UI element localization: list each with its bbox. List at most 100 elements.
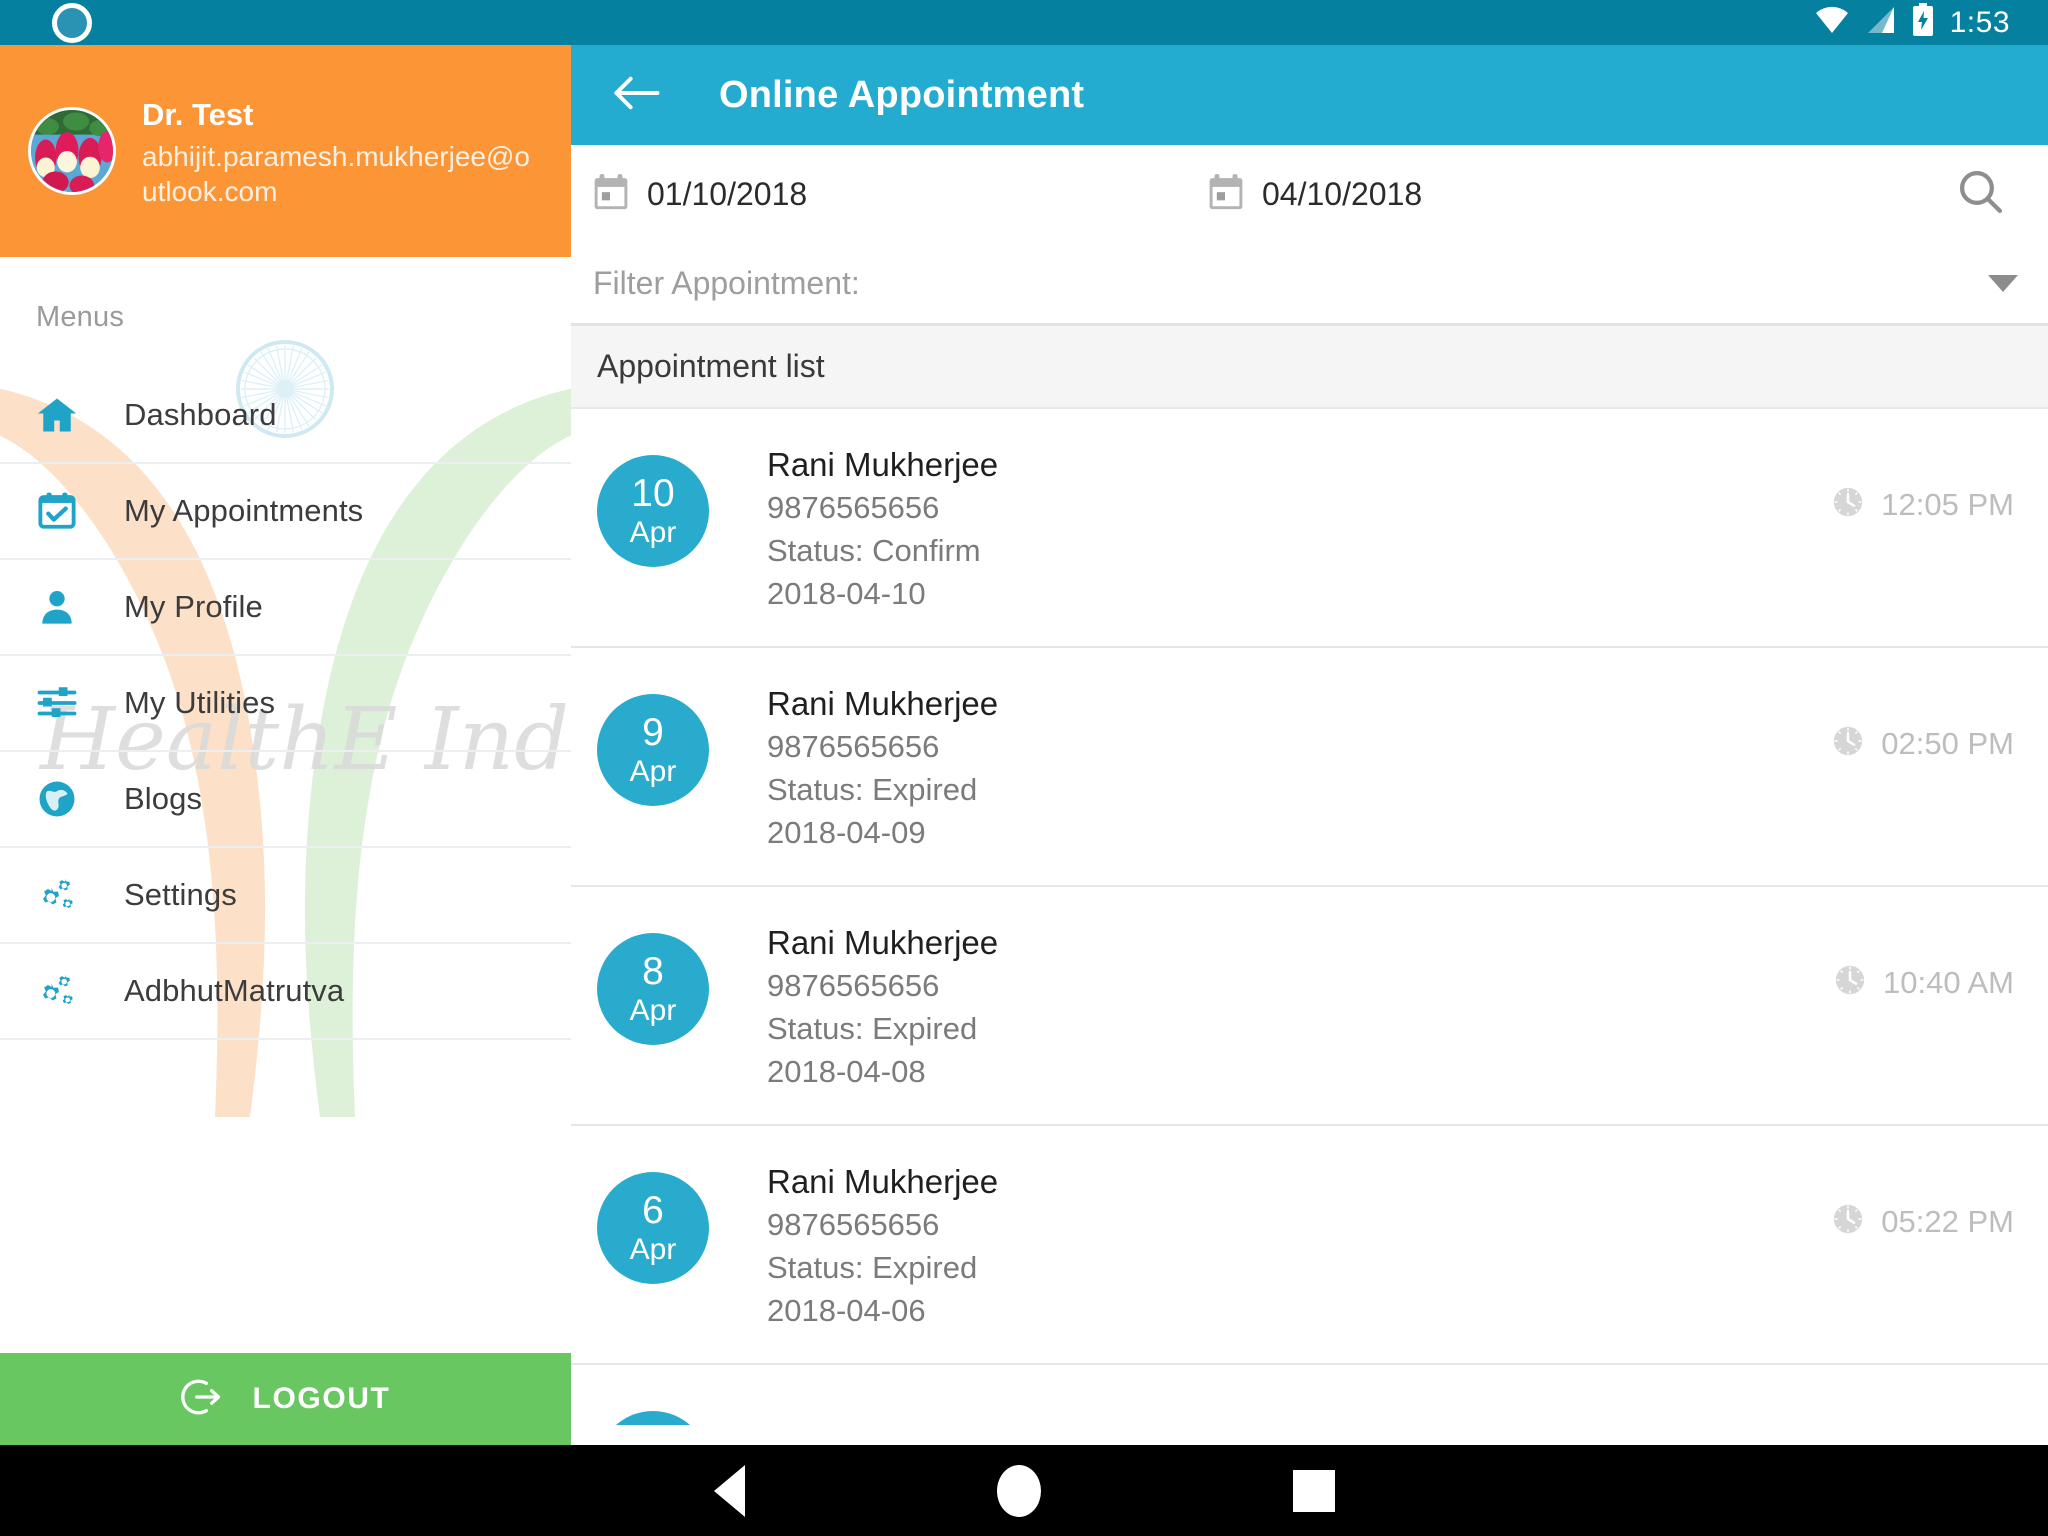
- globe-icon: [34, 776, 80, 822]
- appointment-details: Rani Mukherjee 9876565656 Status: Expire…: [767, 1158, 998, 1330]
- date-badge: 10 Apr: [597, 455, 709, 567]
- appointment-time: 02:50 PM: [1881, 725, 2014, 761]
- to-date-field[interactable]: 04/10/2018: [1208, 173, 1678, 216]
- appointment-time-group: 02:50 PM: [1831, 724, 2014, 763]
- from-date-field[interactable]: 01/10/2018: [593, 173, 1063, 216]
- sidebar-item-label: Settings: [124, 877, 237, 912]
- appointment-date: 2018-04-06: [767, 1292, 926, 1328]
- date-badge-day: 10: [631, 472, 675, 515]
- logout-button[interactable]: LOGOUT: [0, 1353, 571, 1445]
- sidebar-item-blogs[interactable]: Blogs: [0, 752, 571, 848]
- clock-icon: [1833, 963, 1867, 1002]
- home-nav-icon[interactable]: [996, 1464, 1041, 1517]
- recents-nav-icon[interactable]: [1292, 1469, 1335, 1512]
- page-title: Online Appointment: [719, 73, 1085, 116]
- appointment-time-group: 05:22 PM: [1831, 1202, 2014, 1241]
- logout-icon: [180, 1376, 223, 1423]
- date-badge-month: Apr: [629, 1233, 677, 1266]
- user-email: abhijit.paramesh.mukherjee@outlook.com: [142, 140, 530, 208]
- home-icon: [34, 392, 80, 438]
- filter-appointment-select[interactable]: Filter Appointment:: [571, 243, 2048, 323]
- drawer-user-info: Dr. Test abhijit.paramesh.mukherjee@outl…: [142, 92, 543, 210]
- calendar-icon: [1208, 173, 1244, 216]
- appointment-time: 10:40 AM: [1883, 964, 2014, 1000]
- appointment-details: Rani Mukherjee 9876565656 Status: Expire…: [767, 680, 998, 852]
- status-bar: 1:53: [0, 0, 2048, 45]
- clock-icon: [1831, 485, 1865, 524]
- appointment-time-group: 10:40 AM: [1833, 963, 2014, 1002]
- date-badge: 9 Apr: [597, 694, 709, 806]
- search-button[interactable]: [1950, 163, 2012, 225]
- app-toolbar: Online Appointment: [571, 45, 2048, 145]
- patient-name: Rani Mukherjee: [767, 1163, 999, 1200]
- appointment-time: 12:05 PM: [1881, 486, 2014, 522]
- table-row[interactable]: 9 Apr Rani Mukherjee 9876565656 Status: …: [571, 648, 2048, 887]
- status-indicator-dot: [52, 2, 92, 43]
- drawer-menu-list: Dashboard My Appointments My Profile My …: [0, 368, 571, 1040]
- table-row[interactable]: [571, 1365, 2048, 1425]
- appointment-list-header: Appointment list: [571, 326, 2048, 409]
- patient-phone: 9876565656: [767, 729, 940, 765]
- gears-icon: [34, 968, 80, 1014]
- drawer-header: Dr. Test abhijit.paramesh.mukherjee@outl…: [0, 45, 571, 257]
- date-badge: 8 Apr: [597, 933, 709, 1045]
- menus-section-label: Menus: [36, 301, 125, 333]
- sidebar-item-my-utilities[interactable]: My Utilities: [0, 656, 571, 752]
- sidebar-item-label: My Utilities: [124, 685, 276, 720]
- sidebar-item-settings[interactable]: Settings: [0, 848, 571, 944]
- appointment-date: 2018-04-10: [767, 575, 926, 611]
- sidebar-item-label: Dashboard: [124, 397, 277, 432]
- status-badge: Status: Expired: [767, 1010, 978, 1046]
- calendar-icon: [593, 173, 629, 216]
- date-badge-month: Apr: [629, 516, 677, 549]
- clock-icon: [1831, 1202, 1865, 1241]
- user-name: Dr. Test: [142, 96, 254, 132]
- back-button[interactable]: [603, 62, 669, 128]
- patient-name: Rani Mukherjee: [767, 446, 999, 483]
- date-range-row: 01/10/2018 04/10/2018: [571, 145, 2048, 243]
- clock-icon: [1831, 724, 1865, 763]
- main-content: Online Appointment 01/10/2018 04/10/2018…: [571, 45, 2048, 1445]
- system-navigation-bar: [0, 1445, 2048, 1536]
- sidebar-item-adbhutmatrutva[interactable]: AdbhutMatrutva: [0, 944, 571, 1040]
- table-row[interactable]: 10 Apr Rani Mukherjee 9876565656 Status:…: [571, 409, 2048, 648]
- person-icon: [34, 584, 80, 630]
- back-nav-icon[interactable]: [713, 1464, 745, 1517]
- sidebar-item-my-appointments[interactable]: My Appointments: [0, 464, 571, 560]
- sidebar-item-my-profile[interactable]: My Profile: [0, 560, 571, 656]
- status-bar-icons: 1:53: [1814, 3, 2022, 42]
- drawer-body: HealthE India Menus Dashboard: [0, 257, 571, 1445]
- appointment-list-title: Appointment list: [597, 348, 825, 384]
- status-badge: Status: Expired: [767, 1249, 978, 1285]
- appointment-time: 05:22 PM: [1881, 1203, 2014, 1239]
- date-badge-day: 9: [642, 711, 664, 754]
- filter-bar: 01/10/2018 04/10/2018 Filter Appointment…: [571, 145, 2048, 326]
- appointment-date: 2018-04-08: [767, 1053, 926, 1089]
- gears-icon: [34, 872, 80, 918]
- search-icon: [1954, 165, 2008, 224]
- status-badge: Status: Expired: [767, 771, 978, 807]
- avatar[interactable]: [28, 107, 116, 195]
- table-row[interactable]: 8 Apr Rani Mukherjee 9876565656 Status: …: [571, 887, 2048, 1126]
- wifi-icon: [1814, 5, 1850, 40]
- date-badge-month: Apr: [629, 994, 677, 1027]
- sliders-icon: [34, 680, 80, 726]
- navigation-drawer: Dr. Test abhijit.paramesh.mukherjee@outl…: [0, 45, 571, 1445]
- filter-appointment-label: Filter Appointment:: [593, 264, 860, 301]
- date-badge-day: 6: [642, 1189, 664, 1232]
- logout-label: LOGOUT: [252, 1382, 391, 1415]
- sidebar-item-label: Blogs: [124, 781, 203, 816]
- cellular-signal-icon: [1866, 5, 1896, 40]
- calendar-check-icon: [34, 488, 80, 534]
- sidebar-item-label: My Appointments: [124, 493, 364, 528]
- app-screen: 1:53 Dr. Test abhijit.paramesh.mukherjee…: [0, 0, 2048, 1536]
- appointment-date: 2018-04-09: [767, 814, 926, 850]
- date-badge-day: 8: [642, 950, 664, 993]
- chevron-down-icon: [1988, 274, 2018, 292]
- date-badge: [597, 1411, 709, 1425]
- table-row[interactable]: 6 Apr Rani Mukherjee 9876565656 Status: …: [571, 1126, 2048, 1365]
- from-date-value: 01/10/2018: [647, 175, 808, 212]
- patient-phone: 9876565656: [767, 1207, 940, 1243]
- appointment-list: 10 Apr Rani Mukherjee 9876565656 Status:…: [571, 409, 2048, 1425]
- sidebar-item-dashboard[interactable]: Dashboard: [0, 368, 571, 464]
